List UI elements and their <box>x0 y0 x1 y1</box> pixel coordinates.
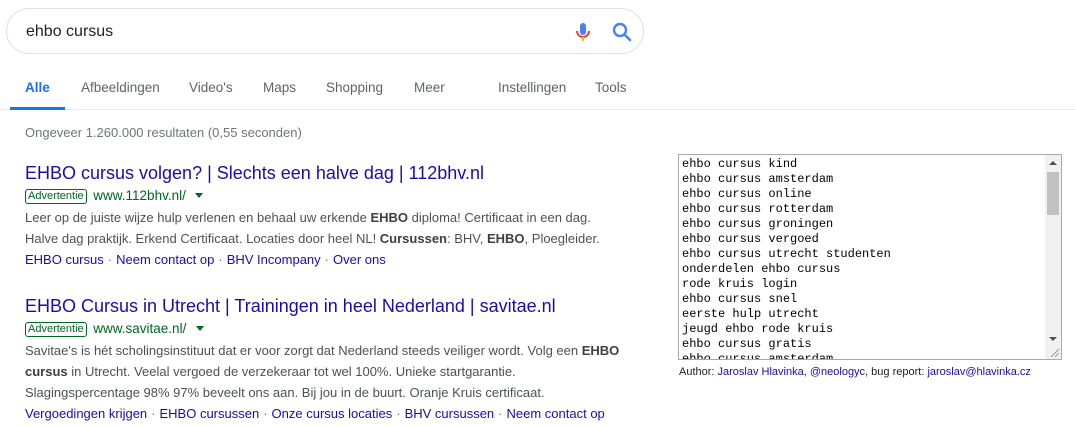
sitelink[interactable]: Onze cursus locaties <box>272 406 393 421</box>
tab-shopping[interactable]: Shopping <box>326 80 383 95</box>
suggestion-item: ehbo cursus snel <box>682 292 798 306</box>
sitelink[interactable]: EHBO cursus <box>25 252 104 267</box>
suggestions-list: ehbo cursus kind ehbo cursus amsterdam ehb… <box>682 157 891 360</box>
result-title-link[interactable]: EHBO cursus volgen? | Slechts een halve … <box>25 162 645 184</box>
result-url: www.savitae.nl/ <box>93 321 187 336</box>
result-url: www.112bhv.nl/ <box>93 188 186 203</box>
tab-maps[interactable]: Maps <box>263 80 296 95</box>
tab-meer[interactable]: Meer <box>414 80 445 95</box>
sitelink[interactable]: BHV Incompany <box>227 252 321 267</box>
author-name-link[interactable]: Jaroslav Hlavinka <box>718 366 804 378</box>
suggestion-item: ehbo cursus rotterdam <box>682 202 834 216</box>
ad-badge: Advertentie <box>25 322 87 337</box>
result-stats: Ongeveer 1.260.000 resultaten (0,55 seco… <box>25 125 302 140</box>
microphone-icon[interactable] <box>571 20 595 44</box>
search-icon[interactable] <box>610 20 634 44</box>
scroll-down-icon[interactable] <box>1045 331 1061 347</box>
ad-badge: Advertentie <box>25 189 87 204</box>
ad-url-line: Advertentie www.112bhv.nl/ <box>25 187 645 205</box>
ad-result: EHBO Cursus in Utrecht | Trainingen in h… <box>25 295 645 424</box>
suggestion-item: ehbo cursus amsterdam <box>682 352 834 360</box>
active-tab-indicator <box>10 107 65 110</box>
suggestion-item: eerste hulp utrecht <box>682 307 819 321</box>
suggestion-item: ehbo cursus groningen <box>682 217 834 231</box>
sitelink[interactable]: Vergoedingen krijgen <box>25 406 147 421</box>
suggestion-item: ehbo cursus vergoed <box>682 232 819 246</box>
caret-down-icon[interactable] <box>195 326 204 331</box>
ad-url-line: Advertentie www.savitae.nl/ <box>25 320 645 338</box>
suggestions-textarea[interactable]: ehbo cursus kind ehbo cursus amsterdam ehb… <box>678 154 1062 360</box>
result-title-link[interactable]: EHBO Cursus in Utrecht | Trainingen in h… <box>25 295 645 317</box>
author-handle-link[interactable]: @neologyc <box>810 366 865 378</box>
tab-videos[interactable]: Video's <box>189 80 233 95</box>
scrollbar[interactable] <box>1045 155 1061 359</box>
sitelink[interactable]: EHBO cursussen <box>160 406 260 421</box>
bug-report-email-link[interactable]: jaroslav@hlavinka.cz <box>927 366 1031 378</box>
caret-down-icon[interactable] <box>195 193 204 198</box>
sitelink[interactable]: Neem contact op <box>116 252 214 267</box>
suggestion-item: ehbo cursus gratis <box>682 337 812 351</box>
scroll-thumb[interactable] <box>1047 172 1059 215</box>
sitelinks: EHBO cursus · Neem contact op · BHV Incompan… <box>25 252 386 267</box>
search-input[interactable] <box>26 20 546 44</box>
result-snippet: Leer op de juiste wijze hulp verlenen en… <box>25 210 600 246</box>
sitelink[interactable]: BHV cursussen <box>405 406 495 421</box>
suggestion-item: ehbo cursus amsterdam <box>682 172 834 186</box>
tab-tools[interactable]: Tools <box>595 80 627 95</box>
suggestion-item: ehbo cursus online <box>682 187 812 201</box>
search-box[interactable] <box>6 8 644 54</box>
tab-alle[interactable]: Alle <box>25 80 50 95</box>
sitelinks: Vergoedingen krijgen · EHBO cursussen · Onze… <box>25 406 605 421</box>
sitelink[interactable]: Over ons <box>333 252 386 267</box>
result-snippet: Savitae's is hét scholingsinstituut dat … <box>25 343 620 400</box>
sitelink[interactable]: Neem contact op <box>507 406 605 421</box>
tab-instellingen[interactable]: Instellingen <box>498 80 566 95</box>
search-tabs: Alle Afbeeldingen Video's Maps Shopping … <box>0 62 1075 110</box>
suggestion-item: ehbo cursus utrecht studenten <box>682 247 891 261</box>
tab-afbeeldingen[interactable]: Afbeeldingen <box>81 80 160 95</box>
scroll-up-icon[interactable] <box>1045 155 1061 171</box>
ad-result: EHBO cursus volgen? | Slechts een halve … <box>25 162 645 270</box>
author-credit: Author: Jaroslav Hlavinka, @neologyc, bu… <box>679 366 1031 378</box>
resize-grip-icon[interactable] <box>1048 346 1060 358</box>
suggestion-item: onderdelen ehbo cursus <box>682 262 841 276</box>
suggestion-item: jeugd ehbo rode kruis <box>682 322 834 336</box>
suggestion-item: rode kruis login <box>682 277 798 291</box>
suggestion-item: ehbo cursus kind <box>682 157 798 171</box>
